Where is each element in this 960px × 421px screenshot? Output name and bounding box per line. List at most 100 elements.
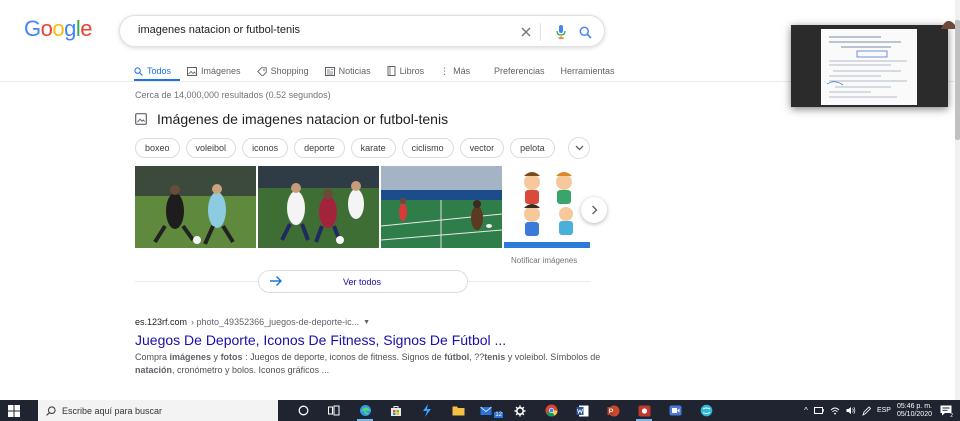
windows-logo-icon — [8, 404, 20, 417]
browser-app[interactable] — [695, 400, 717, 421]
clear-icon[interactable] — [517, 23, 535, 41]
search-result: es.123rf.com › photo_49352366_juegos-de-… — [135, 317, 605, 377]
chrome-app[interactable] — [540, 400, 562, 421]
taskbar-search-placeholder: Escribe aquí para buscar — [62, 405, 163, 416]
report-images-link[interactable]: Notificar imágenes — [511, 256, 577, 265]
google-logo[interactable]: Google — [24, 16, 93, 42]
tools-link[interactable]: Herramientas — [561, 66, 615, 76]
chevron-down-icon — [575, 145, 583, 151]
search-icon — [134, 66, 143, 76]
notifications-button[interactable]: 2 — [938, 400, 954, 421]
clock-date: 05/10/2020 — [896, 410, 932, 418]
battery-icon[interactable] — [813, 407, 824, 414]
image-thumbnail[interactable] — [135, 166, 256, 248]
taskbar-apps: 12 — [292, 400, 717, 421]
caret-down-icon[interactable]: ▼ — [363, 319, 370, 326]
see-all-images-button[interactable]: Ver todos — [258, 270, 468, 293]
images-section-title: Imágenes de imagenes natacion or futbol-… — [157, 111, 449, 127]
result-path: › photo_49352366_juegos-de-deporte-ic... — [191, 317, 360, 327]
chevron-up-icon[interactable]: ^ — [804, 406, 808, 415]
document-preview — [821, 29, 917, 105]
result-breadcrumb[interactable]: es.123rf.com › photo_49352366_juegos-de-… — [135, 317, 605, 327]
cortana-button[interactable] — [292, 400, 314, 421]
news-icon — [324, 66, 335, 76]
book-icon — [387, 66, 396, 76]
search-icon[interactable] — [576, 23, 594, 41]
search-input[interactable]: imagenes natacion or futbol-tenis — [138, 24, 300, 36]
image-thumbnail[interactable] — [381, 166, 502, 248]
edge-app[interactable] — [354, 400, 376, 421]
task-view-button[interactable] — [323, 400, 345, 421]
store-app[interactable] — [385, 400, 407, 421]
image-thumbnail[interactable] — [504, 166, 590, 248]
microphone-icon[interactable] — [552, 23, 570, 41]
tag-icon — [256, 66, 267, 76]
language-indicator[interactable]: ESP — [877, 407, 891, 414]
logo-letter: o — [52, 16, 65, 41]
chip-deporte[interactable]: deporte — [294, 138, 345, 158]
snippet-highlight: fútbol — [444, 352, 470, 362]
image-icon — [187, 66, 198, 76]
arrow-right-icon — [270, 276, 282, 286]
media-app[interactable] — [633, 400, 655, 421]
see-all-label: Ver todos — [343, 277, 382, 287]
result-title-link[interactable]: Juegos De Deporte, Iconos De Fitness, Si… — [135, 332, 605, 348]
image-thumbnail[interactable] — [258, 166, 379, 248]
file-explorer-app[interactable] — [447, 400, 469, 421]
result-site: es.123rf.com — [135, 317, 188, 327]
snippet-highlight: natación — [135, 365, 173, 375]
chip-iconos[interactable]: iconos — [242, 138, 289, 158]
related-chips: boxeo voleibol iconos deporte karate cic… — [135, 138, 555, 158]
tab-shopping[interactable]: Shopping — [256, 61, 309, 81]
chevron-right-icon — [591, 205, 597, 215]
powerpoint-app[interactable] — [602, 400, 624, 421]
search-tabs: Todos Imágenes Shopping Noticias Libros … — [134, 61, 486, 81]
carousel-next-button[interactable] — [581, 197, 607, 223]
volume-icon[interactable] — [846, 406, 856, 415]
edge-icon — [359, 405, 371, 416]
snippet-text: y — [211, 352, 221, 362]
pen-icon[interactable] — [862, 405, 871, 416]
chip-karate[interactable]: karate — [350, 138, 396, 158]
gear-icon — [514, 405, 526, 416]
start-button[interactable] — [0, 400, 28, 421]
avatar[interactable] — [939, 17, 955, 29]
powerpoint-icon — [607, 405, 619, 416]
taskbar-search[interactable]: Escribe aquí para buscar — [38, 400, 278, 421]
chip-voleibol[interactable]: voleibol — [185, 138, 237, 158]
windows-taskbar: Escribe aquí para buscar 12 ^ ESP 05:46 … — [0, 400, 960, 421]
chip-boxeo[interactable]: boxeo — [135, 138, 180, 158]
meet-app[interactable] — [664, 400, 686, 421]
taskbar-clock[interactable]: 05:46 p. m. 05/10/2020 — [897, 403, 932, 419]
chip-ciclismo[interactable]: ciclismo — [401, 138, 454, 158]
tab-libros[interactable]: Libros — [387, 61, 424, 81]
snippet-text: , cronómetro y bolos. Iconos gráficos ..… — [172, 365, 330, 375]
media-icon — [638, 405, 650, 416]
clock-time: 05:46 p. m. — [896, 402, 932, 410]
tab-noticias[interactable]: Noticias — [324, 61, 371, 81]
scrollbar-thumb[interactable] — [955, 20, 960, 140]
expand-chips-button[interactable] — [568, 137, 590, 159]
wifi-icon[interactable] — [830, 406, 840, 415]
task-view-icon — [328, 405, 340, 416]
settings-app[interactable] — [509, 400, 531, 421]
lightning-app[interactable] — [416, 400, 438, 421]
tab-mas[interactable]: ⋮ Más — [440, 61, 470, 81]
mail-badge: 12 — [494, 412, 503, 418]
mail-app[interactable]: 12 — [478, 400, 503, 421]
tab-todos[interactable]: Todos — [134, 61, 171, 81]
search-box[interactable]: imagenes natacion or futbol-tenis — [119, 15, 605, 47]
globe-icon — [700, 404, 712, 417]
snippet-highlight: tenis — [484, 352, 506, 362]
images-section-header[interactable]: Imágenes de imagenes natacion or futbol-… — [135, 111, 448, 127]
preferences-link[interactable]: Preferencias — [494, 66, 545, 76]
video-icon — [669, 405, 681, 416]
snippet-text: Compra — [135, 352, 170, 362]
word-app[interactable] — [571, 400, 593, 421]
folder-icon — [452, 406, 464, 416]
chip-pelota[interactable]: pelota — [510, 138, 555, 158]
floating-document-window[interactable] — [791, 25, 948, 107]
tab-imagenes[interactable]: Imágenes — [187, 61, 241, 81]
chip-vector[interactable]: vector — [459, 138, 505, 158]
system-tray: ^ ESP 05:46 p. m. 05/10/2020 2 — [804, 400, 960, 421]
